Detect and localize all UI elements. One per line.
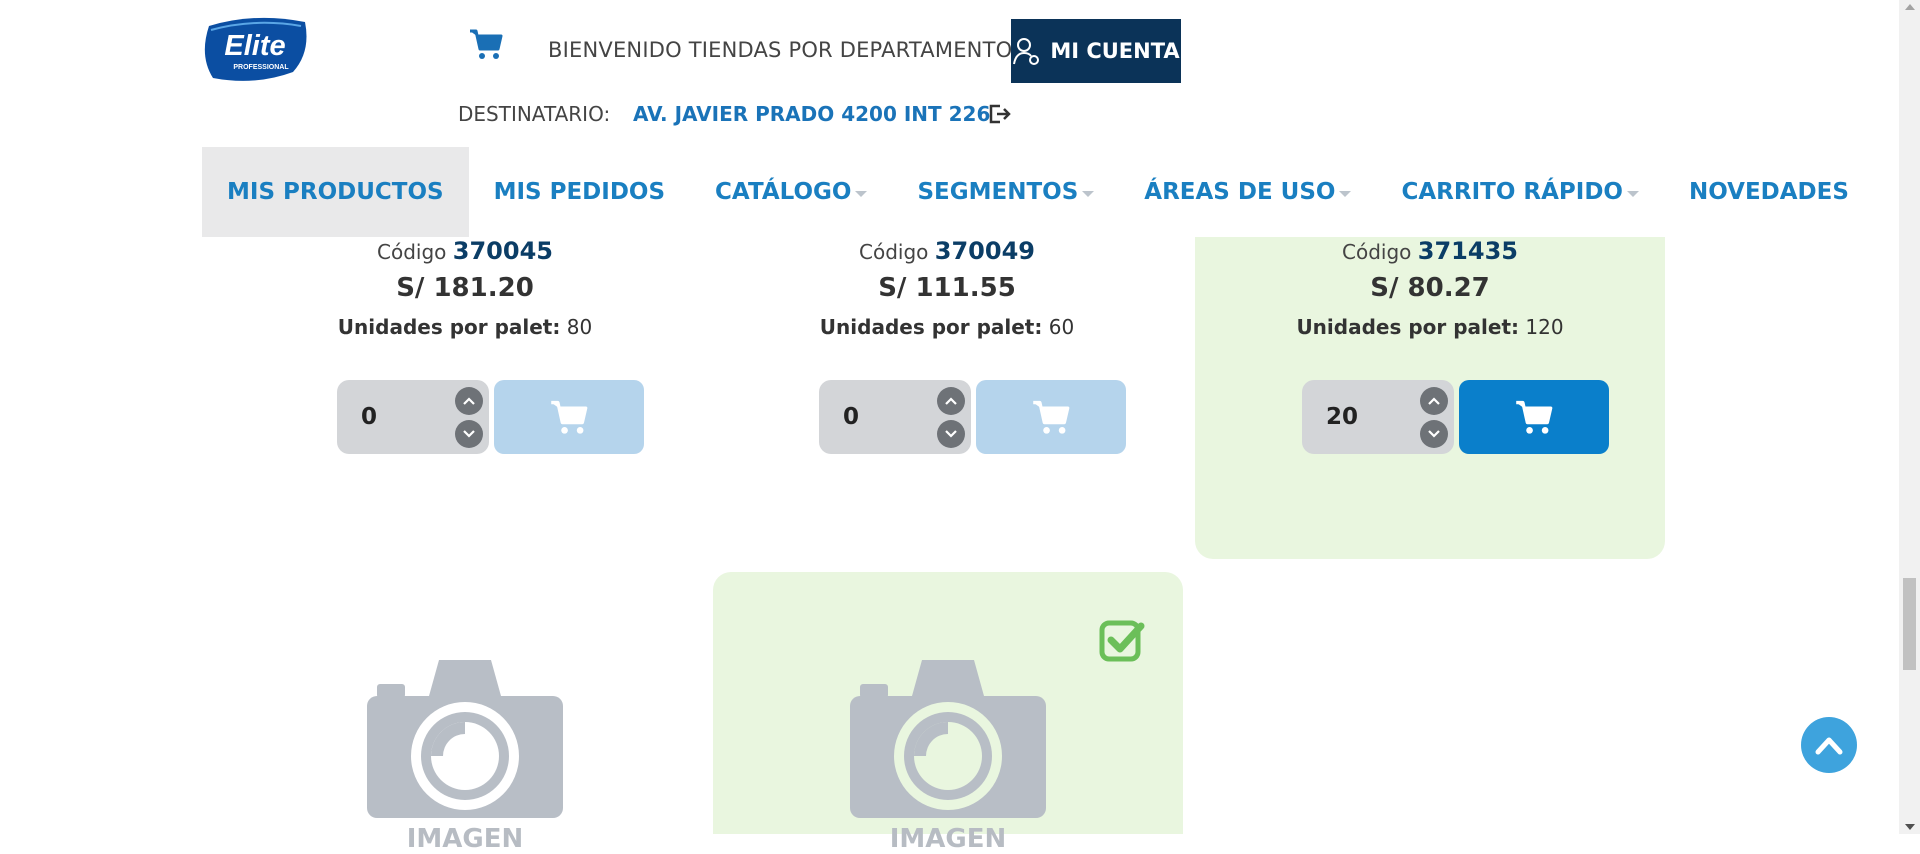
units-per-pallet: Unidades por palet: 120 bbox=[1296, 315, 1564, 339]
product-card-selected: Código 371435 S/ 80.27 Unidades por pale… bbox=[1195, 237, 1665, 559]
scrollbar-thumb[interactable] bbox=[1903, 578, 1916, 670]
caret-down-icon bbox=[1626, 191, 1639, 197]
quantity-value[interactable]: 0 bbox=[843, 404, 859, 430]
image-placeholder-text: IMAGEN bbox=[406, 824, 524, 854]
add-to-cart-button[interactable] bbox=[494, 380, 644, 454]
check-square-icon bbox=[1099, 620, 1145, 662]
product-image-card-selected: IMAGEN bbox=[713, 572, 1183, 854]
caret-down-icon bbox=[1082, 191, 1095, 197]
product-price: S/ 80.27 bbox=[1370, 273, 1490, 303]
scroll-down-arrow-icon[interactable] bbox=[1905, 824, 1915, 830]
user-settings-icon bbox=[1013, 38, 1040, 65]
my-account-button[interactable]: MI CUENTA bbox=[1011, 19, 1181, 83]
product-card: Código 370045 S/ 181.20 Unidades por pal… bbox=[230, 237, 700, 497]
add-to-cart-button[interactable] bbox=[976, 380, 1126, 454]
quantity-stepper[interactable]: 20 bbox=[1302, 380, 1454, 454]
recipient-label: DESTINATARIO: bbox=[458, 102, 611, 126]
product-code: Código 371435 bbox=[1342, 237, 1518, 265]
chevron-down-icon[interactable] bbox=[1420, 420, 1448, 448]
quantity-stepper[interactable]: 0 bbox=[819, 380, 971, 454]
chevron-up-icon[interactable] bbox=[937, 387, 965, 415]
nav-item-carrito-rapido[interactable]: CARRITO RÁPIDO bbox=[1376, 147, 1663, 237]
main-navigation: MIS PRODUCTOS MIS PEDIDOS CATÁLOGO SEGME… bbox=[202, 147, 1874, 237]
quantity-value[interactable]: 20 bbox=[1326, 404, 1358, 430]
nav-item-mis-pedidos[interactable]: MIS PEDIDOS bbox=[469, 147, 690, 237]
welcome-text: BIENVENIDO TIENDAS POR DEPARTAMENTO bbox=[548, 38, 1013, 62]
product-card: Código 370049 S/ 111.55 Unidades por pal… bbox=[712, 237, 1182, 497]
quantity-stepper[interactable]: 0 bbox=[337, 380, 489, 454]
units-per-pallet: Unidades por palet: 60 bbox=[819, 315, 1075, 339]
product-price: S/ 181.20 bbox=[396, 273, 534, 303]
product-code: Código 370045 bbox=[377, 237, 553, 265]
caret-down-icon bbox=[1339, 191, 1352, 197]
svg-text:Elite: Elite bbox=[224, 30, 285, 62]
chevron-down-icon[interactable] bbox=[455, 420, 483, 448]
cart-icon bbox=[1033, 400, 1070, 434]
nav-item-catalogo[interactable]: CATÁLOGO bbox=[690, 147, 892, 237]
chevron-up-icon[interactable] bbox=[455, 387, 483, 415]
cart-icon bbox=[1516, 400, 1553, 434]
chevron-down-icon[interactable] bbox=[937, 420, 965, 448]
svg-text:PROFESSIONAL: PROFESSIONAL bbox=[233, 64, 289, 71]
vertical-scrollbar[interactable] bbox=[1899, 0, 1920, 834]
recipient-address[interactable]: AV. JAVIER PRADO 4200 INT 226 bbox=[633, 102, 990, 126]
product-price: S/ 111.55 bbox=[878, 273, 1016, 303]
nav-item-novedades[interactable]: NOVEDADES bbox=[1664, 147, 1874, 237]
scroll-to-top-button[interactable] bbox=[1801, 717, 1857, 773]
cart-icon[interactable] bbox=[468, 26, 504, 62]
logout-icon[interactable] bbox=[988, 103, 1012, 125]
chevron-up-icon[interactable] bbox=[1420, 387, 1448, 415]
cart-icon bbox=[551, 400, 588, 434]
my-account-label: MI CUENTA bbox=[1050, 39, 1180, 63]
nav-item-mis-productos[interactable]: MIS PRODUCTOS bbox=[202, 147, 469, 237]
caret-down-icon bbox=[855, 191, 868, 197]
add-to-cart-button[interactable] bbox=[1459, 380, 1609, 454]
product-image-card: IMAGEN bbox=[230, 572, 700, 854]
quantity-value[interactable]: 0 bbox=[361, 404, 377, 430]
units-per-pallet: Unidades por palet: 80 bbox=[337, 315, 593, 339]
scroll-up-arrow-icon[interactable] bbox=[1905, 4, 1915, 10]
nav-item-areas-de-uso[interactable]: ÁREAS DE USO bbox=[1119, 147, 1376, 237]
camera-placeholder-icon bbox=[850, 660, 1046, 818]
nav-item-segmentos[interactable]: SEGMENTOS bbox=[892, 147, 1119, 237]
product-code: Código 370049 bbox=[859, 237, 1035, 265]
elite-professional-logo[interactable]: Elite PROFESSIONAL bbox=[201, 16, 309, 84]
camera-placeholder-icon bbox=[367, 660, 563, 818]
chevron-up-icon bbox=[1815, 737, 1843, 755]
image-placeholder-text: IMAGEN bbox=[889, 824, 1007, 854]
